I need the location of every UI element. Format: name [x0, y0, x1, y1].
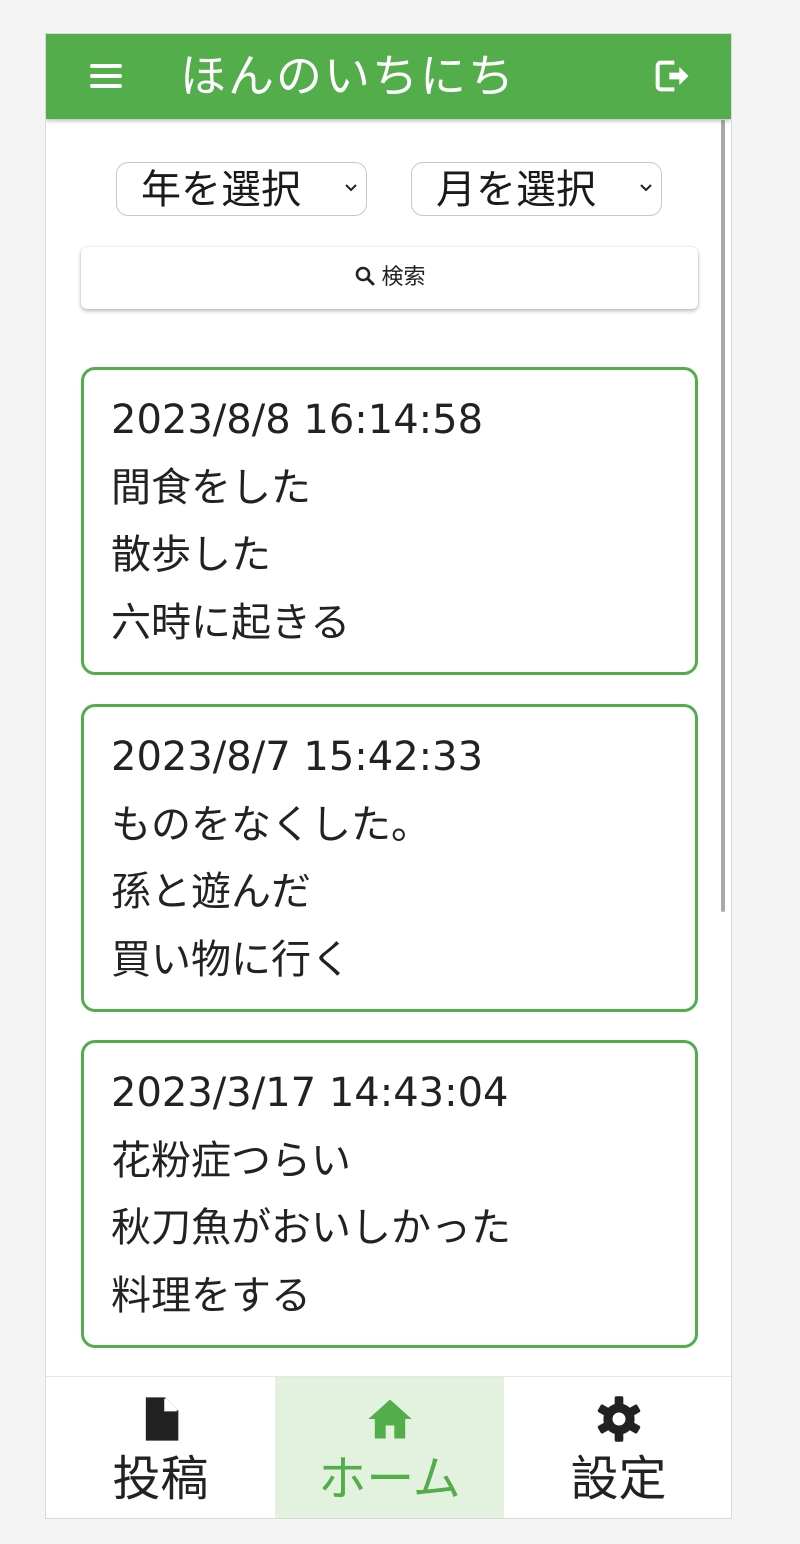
- document-icon: [145, 1397, 178, 1441]
- entry-line: 花粉症つらい: [111, 1138, 351, 1184]
- scrollbar[interactable]: [721, 120, 725, 912]
- nav-settings[interactable]: 設定: [504, 1377, 731, 1518]
- nav-post-label: 投稿: [112, 1451, 209, 1507]
- entry-line: 六時に起きる: [111, 600, 351, 646]
- entry-line: 間食をした: [111, 465, 311, 511]
- diary-entry-card[interactable]: 2023/8/7 15:42:33 ものをなくした。 孫と遊んだ 買い物に行く: [81, 704, 698, 1012]
- month-select-label: 月を選択: [436, 167, 596, 213]
- entry-timestamp: 2023/3/17 14:43:04: [111, 1070, 509, 1116]
- entry-line: ものをなくした。: [111, 802, 431, 848]
- entry-line: 孫と遊んだ: [111, 869, 311, 915]
- search-icon: [356, 266, 375, 286]
- gear-icon: [597, 1396, 640, 1442]
- menu-icon[interactable]: [90, 62, 124, 90]
- entry-line: 散歩した: [111, 532, 271, 578]
- month-select[interactable]: 月を選択: [411, 162, 662, 216]
- home-icon: [367, 1399, 412, 1439]
- diary-entry-card[interactable]: 2023/3/17 14:43:04 花粉症つらい 秋刀魚がおいしかった 料理を…: [81, 1040, 698, 1348]
- entry-line: 料理をする: [111, 1273, 311, 1319]
- chevron-down-icon: [640, 184, 652, 192]
- app-title: ほんのいちにち: [180, 49, 516, 103]
- nav-home-label: ホーム: [318, 1451, 461, 1507]
- year-select[interactable]: 年を選択: [116, 162, 367, 216]
- entry-timestamp: 2023/8/8 16:14:58: [111, 397, 484, 443]
- entry-line: 秋刀魚がおいしかった: [111, 1205, 511, 1251]
- search-button[interactable]: 検索: [81, 247, 698, 309]
- search-button-label: 検索: [381, 265, 426, 290]
- bottom-navigation: 投稿 ホーム 設定: [46, 1376, 731, 1518]
- app-screen: ほんのいちにち 年を選択 月を選択 検索 2023/8/8 16:14:58 間…: [45, 33, 732, 1519]
- nav-home[interactable]: ホーム: [275, 1377, 504, 1518]
- logout-icon[interactable]: [651, 56, 691, 96]
- entry-timestamp: 2023/8/7 15:42:33: [111, 734, 484, 780]
- year-select-label: 年を選択: [141, 167, 301, 213]
- diary-entry-card[interactable]: 2023/8/8 16:14:58 間食をした 散歩した 六時に起きる: [81, 367, 698, 675]
- entry-line: 買い物に行く: [111, 937, 351, 983]
- nav-settings-label: 設定: [570, 1451, 667, 1507]
- app-bar: ほんのいちにち: [46, 34, 731, 119]
- chevron-down-icon: [345, 184, 357, 192]
- nav-post[interactable]: 投稿: [46, 1377, 275, 1518]
